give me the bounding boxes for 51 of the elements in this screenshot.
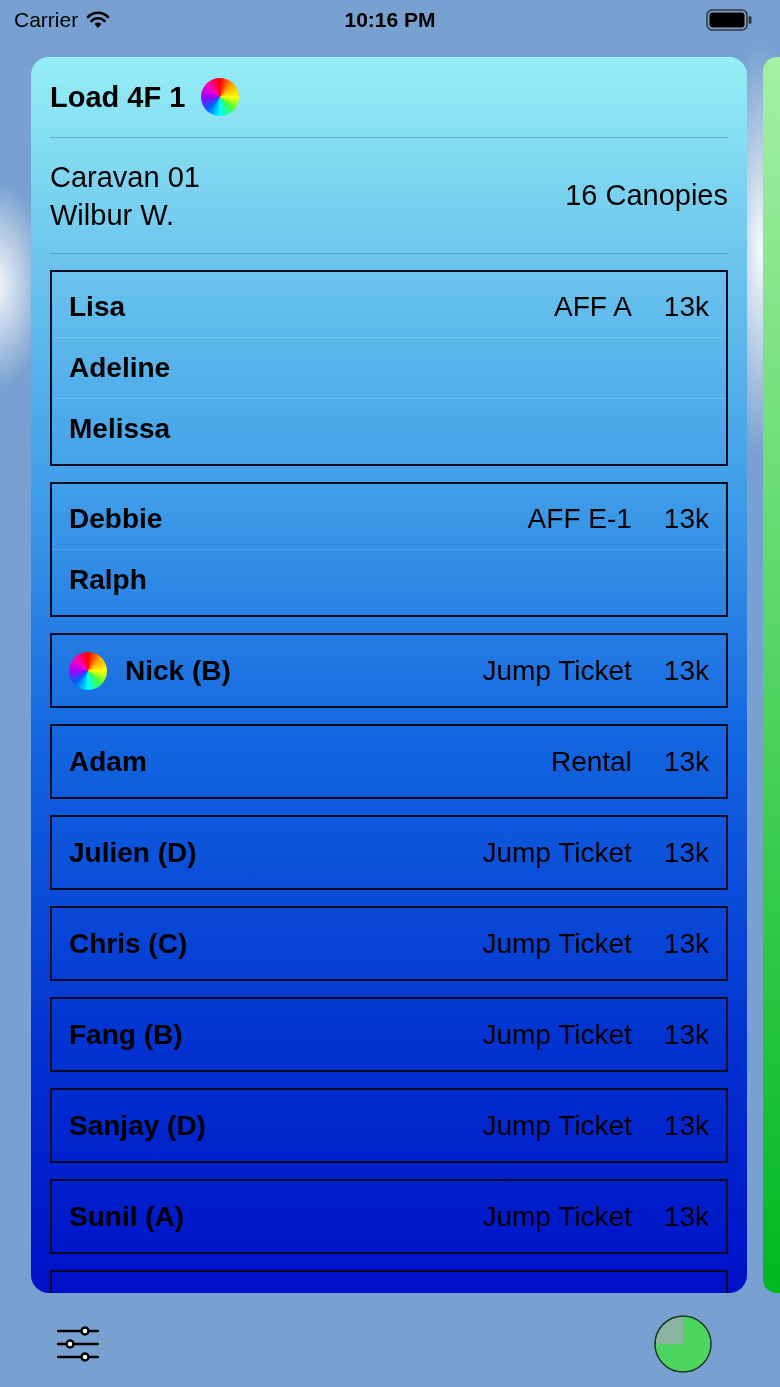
jumper-name: Ralph — [69, 564, 147, 596]
altitude: 13k — [663, 836, 709, 869]
jump-type: Jump Ticket — [482, 1018, 632, 1051]
jumper-name: Melissa — [69, 413, 171, 445]
altitude: 13k — [663, 1200, 709, 1233]
jumper-name: Lisa — [69, 291, 126, 323]
altitude: 13k — [663, 503, 709, 535]
jump-type: AFF A — [554, 291, 632, 323]
jump-type: Jump Ticket — [482, 927, 632, 960]
altitude: 13k — [663, 291, 709, 323]
jump-group[interactable]: Chris (C) Jump Ticket 13k — [50, 906, 728, 981]
jump-group[interactable]: Lisa AFF A 13k Adeline Melissa — [50, 270, 728, 466]
carrier-label: Carrier — [14, 8, 79, 32]
jumper-name: Sunil (A) — [69, 1200, 185, 1233]
jumper-name: Chris (C) — [69, 927, 188, 960]
load-title: Load 4F 1 — [50, 80, 186, 114]
pilot-label: Wilbur W. — [50, 197, 176, 233]
jump-type: Jump Ticket — [482, 1109, 632, 1142]
jump-type: Jump Ticket — [482, 654, 632, 687]
jump-group[interactable]: Sanjay (D) Jump Ticket 13k — [50, 1088, 728, 1163]
jump-type: Rental — [550, 745, 632, 778]
altitude: 13k — [663, 654, 709, 687]
jumper-name: Adam — [69, 745, 147, 778]
canopies-count: 16 Canopies — [565, 179, 728, 212]
color-wheel-icon — [201, 78, 240, 116]
altitude: 13k — [663, 927, 709, 960]
jumper-name: Fang (B) — [69, 1018, 183, 1051]
jump-group[interactable]: Julien (D) Jump Ticket 13k — [50, 815, 728, 890]
jump-group[interactable]: Nick (B) Jump Ticket 13k — [50, 633, 728, 708]
jumper-name: Adeline — [69, 352, 171, 384]
jump-type: Jump Ticket — [482, 836, 632, 869]
altitude: 13k — [663, 1018, 709, 1051]
jumper-name: Debbie — [69, 503, 163, 535]
load-card[interactable] — [31, 57, 747, 1293]
jump-group[interactable]: Fang (B) Jump Ticket 13k — [50, 997, 728, 1072]
jumper-name: Sanjay (D) — [69, 1109, 206, 1142]
jump-group[interactable]: Debbie AFF E-1 13k Ralph — [50, 482, 728, 617]
status-time: 10:16 PM — [344, 8, 436, 32]
battery-icon — [706, 9, 752, 31]
jump-group[interactable]: Adam Rental 13k — [50, 724, 728, 799]
jump-type: AFF E-1 — [527, 503, 632, 535]
jump-group[interactable]: Sunil (A) Jump Ticket 13k — [50, 1179, 728, 1254]
altitude: 13k — [663, 745, 709, 778]
jumper-name: Nick (B) — [125, 654, 231, 687]
jump-type: Jump Ticket — [482, 1200, 632, 1233]
wifi-icon — [86, 11, 111, 29]
altitude: 13k — [663, 1109, 709, 1142]
aircraft-label: Caravan 01 — [50, 159, 200, 195]
jumper-name: Julien (D) — [69, 836, 197, 869]
settings-sliders-icon[interactable] — [57, 1326, 99, 1362]
timer-pie-icon[interactable] — [654, 1315, 712, 1373]
